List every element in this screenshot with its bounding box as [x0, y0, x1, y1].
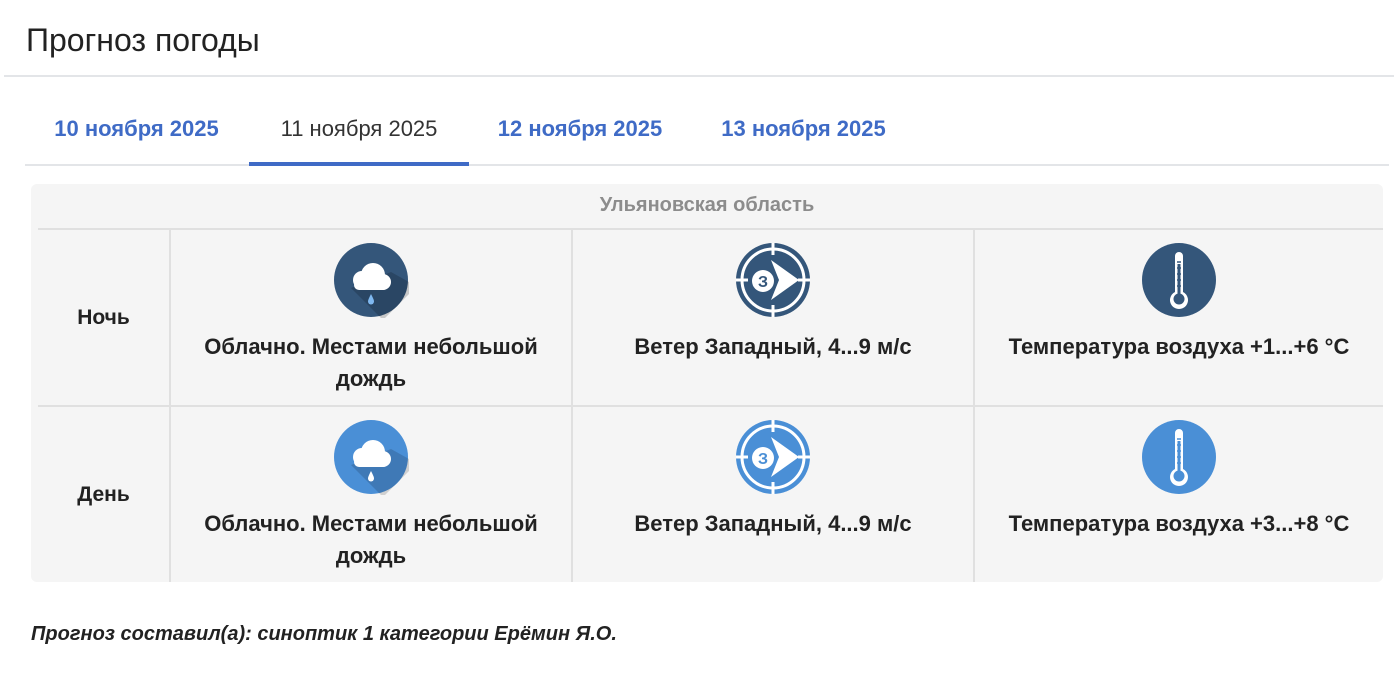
page-title: Прогноз погоды — [26, 22, 260, 58]
svg-text:З: З — [758, 274, 768, 291]
tab-date-1[interactable]: 10 ноября 2025 — [25, 96, 248, 164]
period-label: Ночь — [38, 230, 171, 406]
wind-west-icon: З — [735, 242, 811, 318]
tab-date-4[interactable]: 13 ноября 2025 — [691, 96, 916, 164]
temperature-text: Температура воздуха +3...+8 °C — [1008, 511, 1350, 536]
temperature-cell: Температура воздуха +1...+6 °C — [975, 230, 1383, 406]
sky-cell: Облачно. Местами небольшой дождь — [171, 407, 573, 582]
thermometer-icon — [1141, 419, 1217, 495]
tab-date-2[interactable]: 11 ноября 2025 — [249, 96, 469, 166]
wind-cell: З Ветер Западный, 4...9 м/с — [573, 407, 975, 582]
temperature-text: Температура воздуха +1...+6 °C — [1008, 334, 1350, 359]
thermometer-icon — [1141, 242, 1217, 318]
date-tabs: 10 ноября 2025 11 ноября 2025 12 ноября … — [25, 96, 1389, 166]
cloud-rain-icon — [333, 242, 409, 318]
sky-text: Облачно. Местами небольшой дождь — [204, 334, 538, 391]
region-name: Ульяновская область — [599, 194, 815, 216]
page-header: Прогноз погоды — [4, 0, 1394, 77]
wind-cell: З Ветер Западный, 4...9 м/с — [573, 230, 975, 406]
period-label: День — [38, 407, 171, 582]
forecast-row-day: День Облачно. Местами небольшой дождь З … — [38, 405, 1383, 582]
cloud-rain-icon — [333, 419, 409, 495]
temperature-cell: Температура воздуха +3...+8 °C — [975, 407, 1383, 582]
svg-text:З: З — [758, 451, 768, 468]
sky-text: Облачно. Местами небольшой дождь — [204, 511, 538, 568]
forecast-table: Ульяновская область Ночь Облачно. Местам… — [31, 184, 1383, 582]
forecast-author: Прогноз составил(а): синоптик 1 категори… — [31, 623, 617, 645]
wind-text: Ветер Западный, 4...9 м/с — [634, 334, 912, 359]
tab-date-3[interactable]: 12 ноября 2025 — [469, 96, 691, 164]
wind-west-icon: З — [735, 419, 811, 495]
wind-text: Ветер Западный, 4...9 м/с — [634, 511, 912, 536]
forecast-row-night: Ночь Облачно. Местами небольшой дождь З … — [38, 228, 1383, 406]
sky-cell: Облачно. Местами небольшой дождь — [171, 230, 573, 406]
